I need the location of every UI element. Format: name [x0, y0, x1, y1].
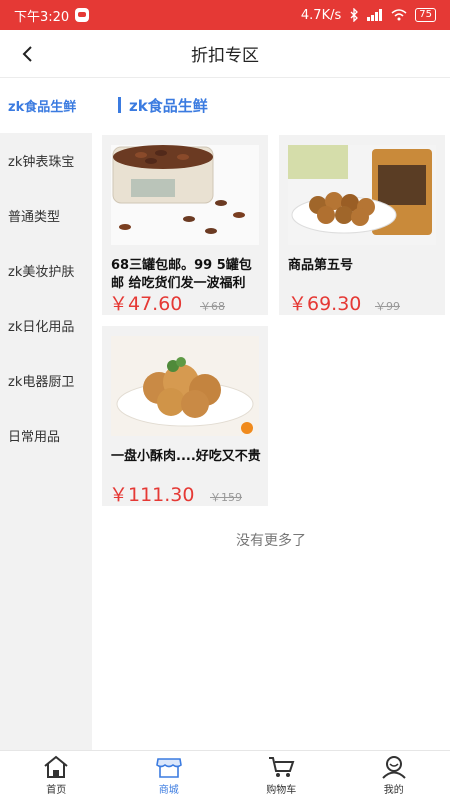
- chevron-left-icon: [22, 46, 32, 62]
- product-original-price: ￥159: [210, 491, 242, 504]
- sidebar-item-label: 普通类型: [8, 210, 61, 225]
- product-image-macadamia: [288, 145, 436, 245]
- product-image-pecans: [111, 145, 259, 245]
- bottom-tab-bar: 首页 商城 购物车 我的: [0, 750, 450, 800]
- sidebar-item-food[interactable]: zk食品生鲜: [0, 78, 92, 133]
- product-name: 68三罐包邮。99 5罐包邮 给吃货们发一波福利: [111, 258, 252, 291]
- section-title-accent: [118, 97, 121, 113]
- sidebar-item-daily-goods[interactable]: 日常用品: [0, 408, 92, 463]
- section-title: zk食品生鲜: [118, 95, 208, 115]
- sidebar-item-label: zk美妆护肤: [8, 265, 75, 280]
- product-list-area: zk食品生鲜 68三罐包邮。99 5罐包邮 给吃货们发一波福利 ￥47.60 ￥…: [92, 78, 450, 750]
- sidebar-item-label: zk日化用品: [8, 320, 75, 335]
- signal-icon: [367, 9, 383, 21]
- sidebar-item-label: zk钟表珠宝: [8, 155, 75, 170]
- wifi-icon: [391, 9, 407, 21]
- product-original-price: ￥99: [375, 300, 400, 313]
- page-title: 折扣专区: [191, 46, 259, 66]
- product-name: 商品第五号: [288, 258, 354, 273]
- net-speed: 4.7K/s: [300, 7, 342, 23]
- product-price: ￥47.60: [109, 293, 183, 315]
- sidebar-item-daily-chemicals[interactable]: zk日化用品: [0, 298, 92, 353]
- home-icon: [44, 755, 68, 778]
- sidebar-item-watches-jewelry[interactable]: zk钟表珠宝: [0, 133, 92, 188]
- tab-shop[interactable]: 商城: [113, 751, 226, 800]
- product-price: ￥69.30: [288, 293, 362, 315]
- category-sidebar: zk食品生鲜 zk钟表珠宝 普通类型 zk美妆护肤 zk日化用品 zk电器厨卫 …: [0, 78, 92, 750]
- status-indicators: 4.7K/s 75: [301, 8, 436, 23]
- sidebar-item-appliances[interactable]: zk电器厨卫: [0, 353, 92, 408]
- product-original-price: ￥68: [200, 300, 225, 313]
- tab-profile[interactable]: 我的: [338, 751, 450, 800]
- battery-icon: 75: [415, 8, 436, 22]
- chat-notification-icon: [75, 8, 90, 22]
- sidebar-item-label: zk电器厨卫: [8, 375, 75, 390]
- product-card[interactable]: 一盘小酥肉....好吃又不贵 ￥111.30 ￥159: [102, 326, 268, 506]
- cart-icon: [269, 757, 295, 777]
- status-time: 下午3:20: [14, 9, 70, 25]
- sidebar-item-label: zk食品生鲜: [8, 100, 77, 115]
- list-end-text: 没有更多了: [236, 533, 306, 549]
- sidebar-item-label: 日常用品: [8, 430, 61, 445]
- product-card[interactable]: 商品第五号 ￥69.30 ￥99: [279, 135, 445, 315]
- tab-label: 首页: [46, 785, 67, 796]
- product-name: 一盘小酥肉....好吃又不贵: [111, 449, 261, 464]
- sidebar-item-beauty[interactable]: zk美妆护肤: [0, 243, 92, 298]
- status-bar: 下午3:20 4.7K/s 75: [0, 0, 450, 30]
- nav-bar: 折扣专区: [0, 30, 450, 78]
- product-image-fried-pork: [111, 336, 259, 436]
- product-card[interactable]: 68三罐包邮。99 5罐包邮 给吃货们发一波福利 ￥47.60 ￥68: [102, 135, 268, 315]
- tab-home[interactable]: 首页: [0, 751, 113, 800]
- shop-icon: [155, 758, 182, 778]
- tab-cart[interactable]: 购物车: [225, 751, 338, 800]
- bluetooth-icon: [350, 8, 359, 22]
- tab-label: 购物车: [266, 785, 297, 796]
- product-price: ￥111.30: [109, 484, 195, 506]
- back-button[interactable]: [14, 40, 42, 68]
- sidebar-item-normal-type[interactable]: 普通类型: [0, 188, 92, 243]
- user-icon: [382, 756, 406, 779]
- tab-label: 我的: [383, 785, 404, 796]
- tab-label: 商城: [158, 785, 179, 796]
- section-title-text: zk食品生鲜: [129, 96, 208, 115]
